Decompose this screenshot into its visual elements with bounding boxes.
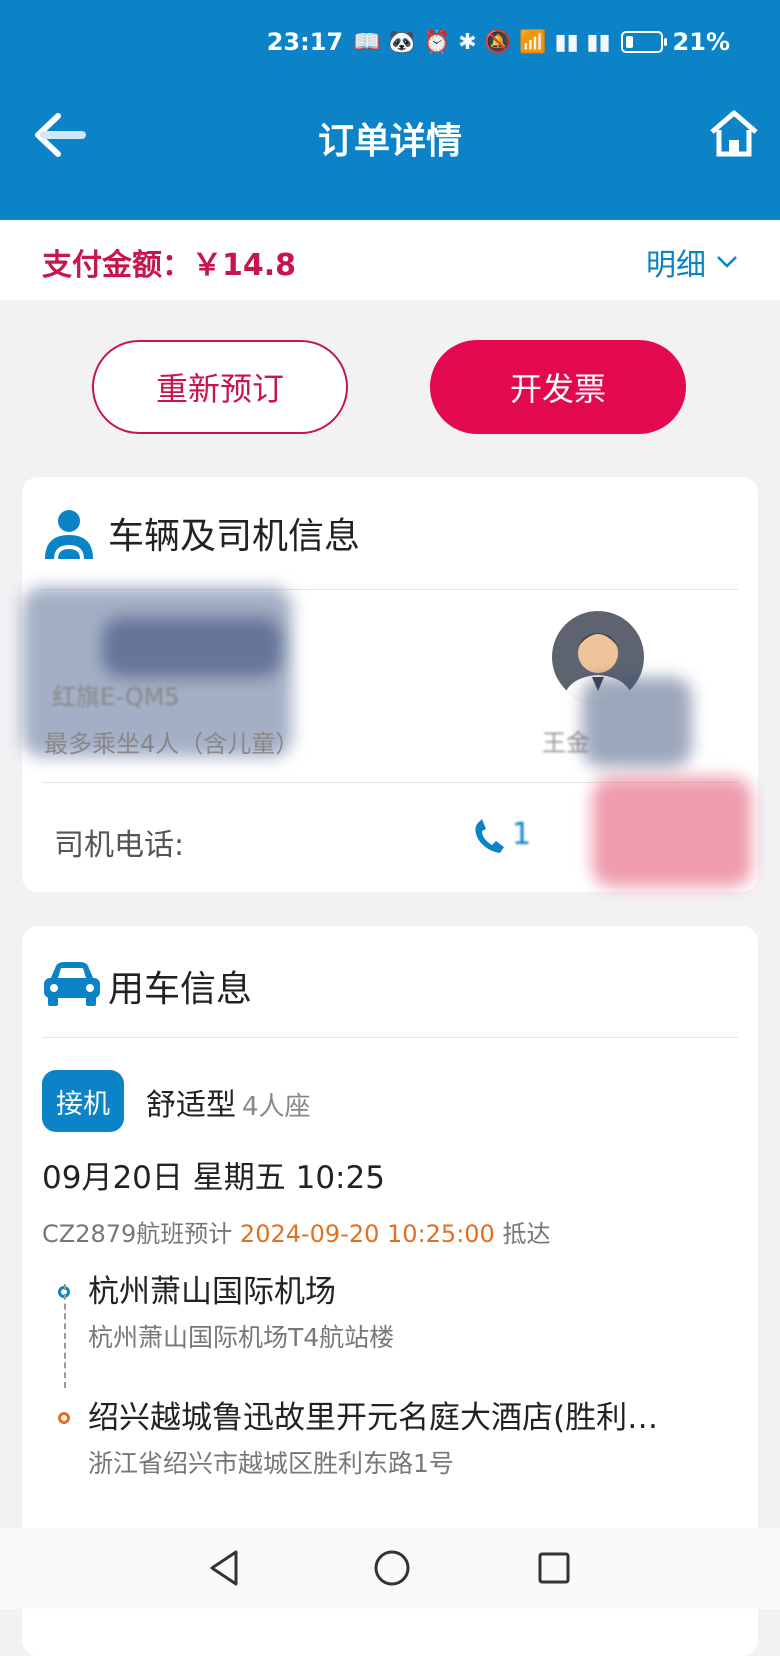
rebook-button[interactable]: 重新预订 <box>92 340 348 434</box>
route-line <box>64 1284 66 1388</box>
redaction-mark <box>592 777 752 887</box>
car-model: 红旗E-QM5 <box>52 683 180 711</box>
battery-fill <box>625 36 633 48</box>
vehicle-card-title: 车辆及司机信息 <box>108 516 361 557</box>
app-header: 23:17 📖 🐼 ⏰ ✱ 🔕 📶 ▮▮ ▮▮ 21% 订单详情 <box>0 0 780 220</box>
flight-info: CZ2879航班预计 2024-09-20 10:25:00 抵达 <box>42 1214 550 1249</box>
divider <box>42 1037 738 1038</box>
home-icon[interactable] <box>708 108 760 160</box>
invoice-button[interactable]: 开发票 <box>430 340 686 434</box>
seat-capacity: 最多乘坐4人（含儿童） <box>44 730 300 758</box>
ride-card-title: 用车信息 <box>108 969 253 1010</box>
pickup-address: 杭州萧山国际机场T4航站楼 <box>88 1323 395 1352</box>
driver-phone-label: 司机电话: <box>54 828 185 863</box>
battery-percent: 21% <box>672 28 730 56</box>
phone-icon[interactable] <box>472 817 506 855</box>
detail-label: 明细 <box>646 248 706 283</box>
system-nav-bar <box>0 1528 780 1609</box>
dropoff-name: 绍兴越城鲁迅故里开元名庭大酒店(胜利… <box>88 1400 659 1436</box>
page-title: 订单详情 <box>317 121 462 162</box>
payment-amount: 支付金额：￥14.8 <box>42 240 296 284</box>
battery-icon <box>620 31 667 53</box>
redaction-mark <box>102 617 282 677</box>
driver-phone-number[interactable]: 1 <box>512 817 531 852</box>
pickup-datetime: 09月20日 星期五 10:25 <box>42 1160 385 1196</box>
nav-home-icon[interactable] <box>372 1548 412 1588</box>
car-type: 舒适型 4人座 <box>146 1080 311 1124</box>
driver-icon <box>45 510 93 560</box>
redaction-mark <box>582 677 692 767</box>
nav-back-icon[interactable] <box>206 1548 242 1588</box>
car-seats: 4人座 <box>242 1092 311 1122</box>
detail-toggle[interactable]: 明细 <box>646 240 738 284</box>
notification-icons: 📖 🐼 ⏰ ✱ 🔕 📶 ▮▮ ▮▮ <box>353 29 611 55</box>
pickup-name: 杭州萧山国际机场 <box>88 1274 336 1310</box>
flight-arrival-time: 2024-09-20 10:25:00 <box>239 1220 495 1248</box>
status-time: 23:17 <box>266 28 344 56</box>
status-bar: 23:17 📖 🐼 ⏰ ✱ 🔕 📶 ▮▮ ▮▮ 21% <box>267 28 730 56</box>
flight-suffix: 抵达 <box>502 1220 551 1248</box>
payment-label: 支付金额： <box>42 248 192 283</box>
vehicle-driver-card: 车辆及司机信息 红旗E-QM5 最多乘坐4人（含儿童） 王金 司机电话: 1 <box>22 477 758 892</box>
dropoff-dot-icon <box>58 1412 70 1424</box>
nav-recents-icon[interactable] <box>536 1548 572 1588</box>
flight-prefix: CZ2879航班预计 <box>42 1220 233 1248</box>
payment-bar: 支付金额：￥14.8 明细 <box>0 220 780 300</box>
car-icon <box>44 962 100 1006</box>
service-type-badge: 接机 <box>42 1070 124 1132</box>
dropoff-address: 浙江省绍兴市越城区胜利东路1号 <box>88 1449 454 1478</box>
car-type-name: 舒适型 <box>146 1088 236 1123</box>
chevron-down-icon <box>717 256 737 268</box>
payment-value: ￥14.8 <box>192 248 297 283</box>
